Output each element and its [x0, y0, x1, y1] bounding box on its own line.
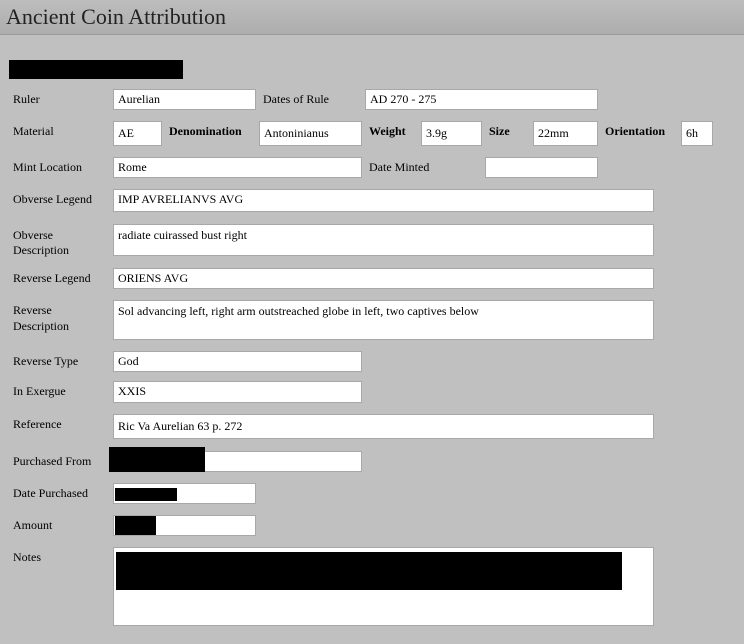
- obverse-description-field[interactable]: radiate cuirassed bust right: [113, 224, 654, 256]
- obverse-description-label: Obverse: [13, 228, 53, 242]
- orientation-field[interactable]: 6h: [681, 121, 713, 146]
- reference-label: Reference: [13, 417, 62, 431]
- obverse-description-label-2: Description: [13, 243, 69, 257]
- size-field[interactable]: 22mm: [533, 121, 598, 146]
- redacted-record-name: [9, 60, 183, 79]
- orientation-label: Orientation: [605, 124, 665, 138]
- reverse-legend-field[interactable]: ORIENS AVG: [113, 268, 654, 289]
- denomination-label: Denomination: [169, 124, 242, 138]
- amount-label: Amount: [13, 518, 53, 532]
- date-purchased-label: Date Purchased: [13, 486, 88, 500]
- reference-field[interactable]: Ric Va Aurelian 63 p. 272: [113, 414, 654, 439]
- redacted-notes: [116, 552, 622, 590]
- redacted-purchased-from: [109, 447, 205, 472]
- obverse-legend-label: Obverse Legend: [13, 192, 92, 206]
- mint-location-label: Mint Location: [13, 160, 82, 174]
- dates-of-rule-field[interactable]: AD 270 - 275: [365, 89, 598, 110]
- window-title: Ancient Coin Attribution: [6, 4, 226, 29]
- in-exergue-field[interactable]: XXIS: [113, 381, 362, 403]
- date-minted-label: Date Minted: [369, 160, 430, 174]
- mint-location-field[interactable]: Rome: [113, 157, 362, 178]
- dates-of-rule-label: Dates of Rule: [263, 92, 329, 106]
- ruler-label: Ruler: [13, 92, 40, 106]
- material-field[interactable]: AE: [113, 121, 162, 146]
- title-bar: Ancient Coin Attribution: [0, 0, 744, 35]
- material-label: Material: [13, 124, 54, 138]
- in-exergue-label: In Exergue: [13, 384, 66, 398]
- obverse-legend-field[interactable]: IMP AVRELIANVS AVG: [113, 189, 654, 212]
- reverse-type-field[interactable]: God: [113, 351, 362, 372]
- reverse-description-label: Reverse: [13, 303, 52, 317]
- redacted-date-purchased: [115, 488, 177, 501]
- weight-label: Weight: [369, 124, 406, 138]
- ruler-field[interactable]: Aurelian: [113, 89, 256, 110]
- reverse-legend-label: Reverse Legend: [13, 271, 91, 285]
- redacted-amount: [115, 516, 156, 535]
- denomination-field[interactable]: Antoninianus: [259, 121, 362, 146]
- purchased-from-label: Purchased From: [13, 454, 92, 468]
- size-label: Size: [489, 124, 510, 138]
- notes-label: Notes: [13, 550, 41, 564]
- reverse-type-label: Reverse Type: [13, 354, 79, 368]
- reverse-description-label-2: Description: [13, 319, 69, 333]
- reverse-description-field[interactable]: Sol advancing left, right arm outstreach…: [113, 300, 654, 340]
- date-minted-field[interactable]: [485, 157, 598, 178]
- weight-field[interactable]: 3.9g: [421, 121, 482, 146]
